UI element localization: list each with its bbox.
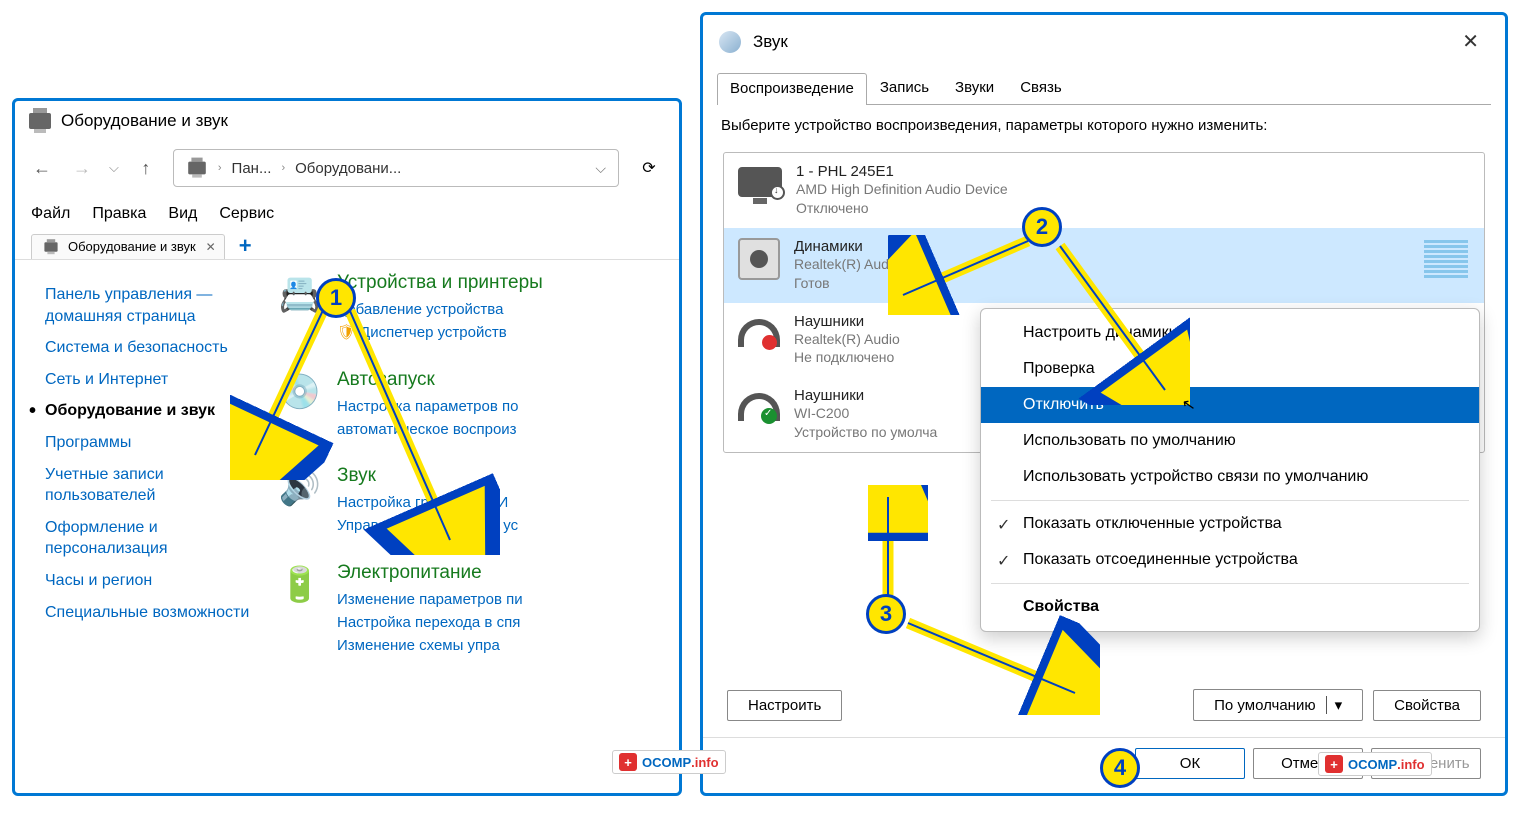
close-tab-button[interactable]: ✕ xyxy=(206,240,216,254)
context-menu-item[interactable]: Использовать устройство связи по умолчан… xyxy=(981,459,1479,495)
device-driver: AMD High Definition Audio Device xyxy=(796,180,1470,199)
context-menu-item[interactable]: Использовать по умолчанию xyxy=(981,423,1479,459)
menu-view[interactable]: Вид xyxy=(168,205,197,223)
annotation-circle-2: 2 xyxy=(1022,207,1062,247)
dialog-tabs: ВоспроизведениеЗаписьЗвукиСвязь xyxy=(717,72,1491,105)
category-icon: 🔋 xyxy=(277,562,323,608)
dropdown-arrow-icon[interactable]: ▾ xyxy=(1326,696,1343,714)
dialog-tab[interactable]: Воспроизведение xyxy=(717,73,867,105)
annotation-arrow xyxy=(1050,240,1190,405)
speaker-icon xyxy=(719,31,741,53)
nav-up-button[interactable]: ↑ xyxy=(133,155,159,181)
category-title[interactable]: Электропитание xyxy=(337,562,523,584)
sidebar-item[interactable]: Часы и регион xyxy=(45,570,263,592)
dialog-title: Звук xyxy=(753,32,788,52)
properties-button[interactable]: Свойства xyxy=(1373,690,1481,721)
watermark: +OCOMP.info xyxy=(612,750,726,774)
menu-edit[interactable]: Правка xyxy=(92,205,146,223)
printer-icon xyxy=(44,242,57,252)
breadcrumb-dropdown[interactable]: ⌵ xyxy=(595,160,606,177)
refresh-button[interactable]: ⟳ xyxy=(633,149,665,187)
category-title[interactable]: Устройства и принтеры xyxy=(337,272,543,294)
sidebar-item[interactable]: Оформление и персонализация xyxy=(45,517,263,560)
watermark: +OCOMP.info xyxy=(1318,752,1432,776)
category-link[interactable]: Изменение схемы упра xyxy=(337,634,523,657)
dialog-instruction: Выберите устройство воспроизведения, пар… xyxy=(703,105,1505,146)
configure-button[interactable]: Настроить xyxy=(727,690,842,721)
tab-bar: Оборудование и звук ✕ + xyxy=(15,229,679,260)
printer-icon xyxy=(188,162,206,175)
window-title: Оборудование и звук xyxy=(61,111,228,131)
breadcrumb-item[interactable]: Оборудовани... xyxy=(295,160,401,177)
nav-toolbar: ← → ⌵ ↑ › Пан... › Оборудовани... ⌵ ⟳ xyxy=(15,141,679,197)
annotation-arrow xyxy=(340,305,500,555)
annotation-arrow xyxy=(868,485,928,605)
vu-meter-icon xyxy=(1424,240,1468,280)
device-status: Отключено xyxy=(796,199,1470,218)
menu-separator xyxy=(991,500,1469,501)
annotation-circle-4: 4 xyxy=(1100,748,1140,788)
nav-forward-button[interactable]: → xyxy=(69,155,95,181)
window-title-bar: Оборудование и звук xyxy=(15,101,679,141)
status-badge-icon xyxy=(761,408,777,424)
nav-history-dropdown[interactable]: ⌵ xyxy=(109,160,119,176)
category-link[interactable]: Изменение параметров пи xyxy=(337,588,523,611)
dialog-tab[interactable]: Связь xyxy=(1007,72,1074,104)
dialog-button-row: Настроить По умолчанию ▾ Свойства xyxy=(703,673,1505,737)
dialog-title-bar: Звук ✕ xyxy=(703,15,1505,68)
headphone-icon xyxy=(738,319,780,347)
new-tab-button[interactable]: + xyxy=(229,233,262,259)
annotation-circle-1: 1 xyxy=(316,278,356,318)
ok-button[interactable]: ОК xyxy=(1135,748,1245,779)
device-name: 1 - PHL 245E1 xyxy=(796,163,1470,180)
nav-back-button[interactable]: ← xyxy=(29,155,55,181)
address-bar[interactable]: › Пан... › Оборудовани... ⌵ xyxy=(173,149,619,187)
category-link[interactable]: Настройка перехода в спя xyxy=(337,611,523,634)
tab-hardware-sound[interactable]: Оборудование и звук ✕ xyxy=(31,234,225,259)
headphone-icon xyxy=(738,393,780,421)
annotation-arrow xyxy=(888,235,1048,315)
annotation-circle-3: 3 xyxy=(866,594,906,634)
annotation-arrow xyxy=(900,615,1100,715)
dialog-tab[interactable]: Звуки xyxy=(942,72,1007,104)
device-item[interactable]: 1 - PHL 245E1AMD High Definition Audio D… xyxy=(724,153,1484,228)
dialog-tab[interactable]: Запись xyxy=(867,72,942,104)
speaker-icon xyxy=(738,238,780,280)
context-menu-item[interactable]: Показать отсоединенные устройства xyxy=(981,542,1479,578)
context-menu-item[interactable]: Показать отключенные устройства xyxy=(981,506,1479,542)
status-badge-icon xyxy=(762,335,777,350)
menu-bar: Файл Правка Вид Сервис xyxy=(15,197,679,229)
menu-file[interactable]: Файл xyxy=(31,205,70,223)
status-badge-icon xyxy=(770,185,785,200)
category-block: 🔋 Электропитание Изменение параметров пиНа… xyxy=(277,562,673,658)
monitor-icon xyxy=(738,167,782,197)
set-default-button[interactable]: По умолчанию ▾ xyxy=(1193,689,1363,721)
breadcrumb-item[interactable]: Пан... xyxy=(232,160,272,177)
menu-tools[interactable]: Сервис xyxy=(219,205,274,223)
sidebar-item[interactable]: Специальные возможности xyxy=(45,602,263,624)
menu-separator xyxy=(991,583,1469,584)
printer-icon xyxy=(29,113,51,129)
close-button[interactable]: ✕ xyxy=(1452,25,1489,58)
